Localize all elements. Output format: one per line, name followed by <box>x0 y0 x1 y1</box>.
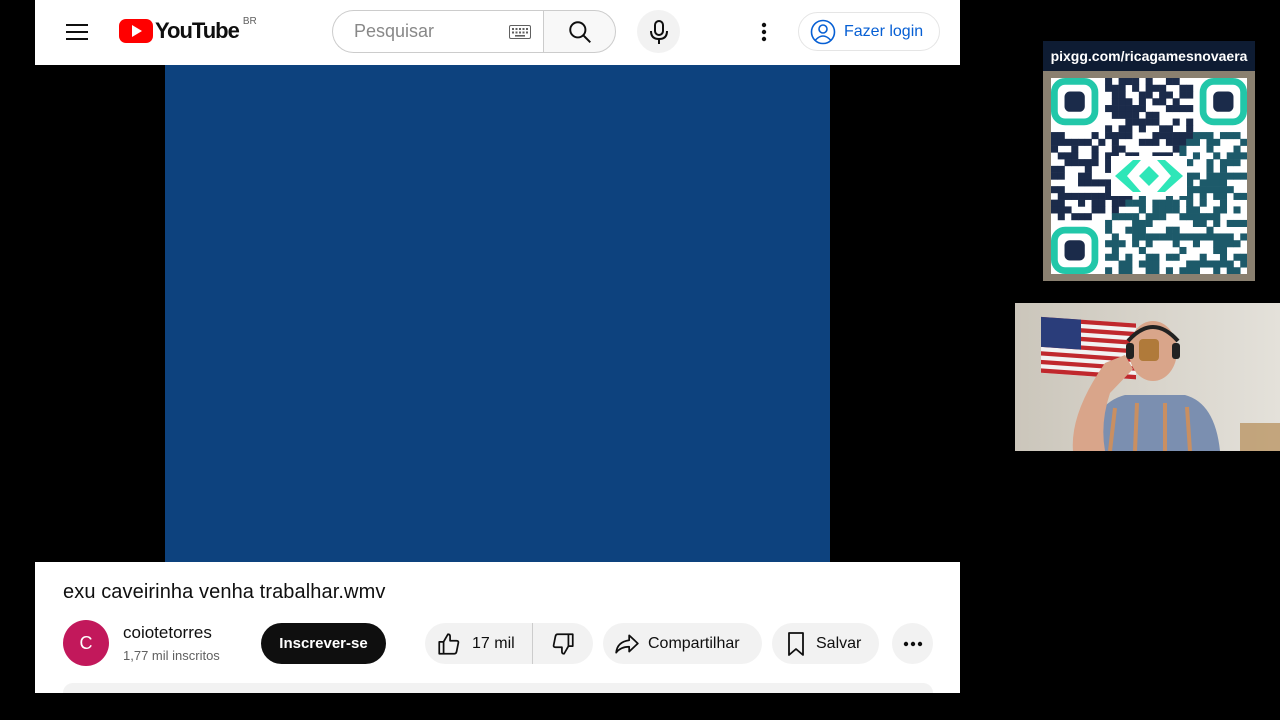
youtube-window: YouTube BR F <box>35 0 960 693</box>
youtube-logo[interactable]: YouTube BR <box>119 15 257 44</box>
keyboard-icon[interactable] <box>509 25 531 39</box>
video-title: exu caveirinha venha trabalhar.wmv <box>63 581 386 603</box>
description-box[interactable] <box>63 683 933 693</box>
subscribe-button[interactable]: Inscrever-se <box>261 623 386 664</box>
sign-in-button[interactable]: Fazer login <box>798 12 940 51</box>
subscriber-count: 1,77 mil inscritos <box>123 648 220 663</box>
qr-code-icon <box>1051 78 1248 275</box>
voice-search-button[interactable] <box>637 10 680 53</box>
video-frame[interactable] <box>165 65 830 562</box>
search-box <box>332 10 543 53</box>
settings-more-button[interactable] <box>751 17 777 47</box>
thumbs-up-icon <box>438 632 460 655</box>
channel-avatar[interactable]: C <box>63 620 109 666</box>
like-dislike-group: 17 mil <box>425 623 593 664</box>
logo-text: YouTube <box>155 18 240 43</box>
more-vert-icon <box>761 22 767 42</box>
save-label: Salvar <box>816 634 862 652</box>
dislike-button[interactable] <box>533 623 593 664</box>
pix-qr-panel: pixgg.com/ricagamesnovaera <box>1043 41 1255 281</box>
share-icon <box>615 633 639 654</box>
like-count: 17 mil <box>472 634 515 652</box>
webcam-feed <box>1015 303 1280 451</box>
pix-url: pixgg.com/ricagamesnovaera <box>1043 41 1255 71</box>
share-button[interactable]: Compartilhar <box>603 623 762 664</box>
region-code: BR <box>242 15 257 27</box>
thumbs-down-icon <box>552 632 574 655</box>
more-actions-button[interactable] <box>892 623 933 664</box>
user-circle-icon <box>810 19 836 45</box>
share-label: Compartilhar <box>648 634 740 652</box>
search-button[interactable] <box>543 10 616 53</box>
search-input[interactable] <box>352 20 506 43</box>
hamburger-icon <box>66 24 88 40</box>
bookmark-icon <box>788 631 804 656</box>
top-bar: YouTube BR F <box>35 0 960 65</box>
search-icon <box>568 20 591 43</box>
save-button[interactable]: Salvar <box>772 623 879 664</box>
video-info: exu caveirinha venha trabalhar.wmv C coi… <box>35 562 960 693</box>
like-button[interactable]: 17 mil <box>425 623 533 664</box>
menu-button[interactable] <box>60 17 94 47</box>
channel-name[interactable]: coiotetorres <box>123 623 212 643</box>
video-player[interactable] <box>35 65 960 562</box>
sign-in-label: Fazer login <box>844 22 924 40</box>
more-horiz-icon <box>903 641 922 646</box>
microphone-icon <box>649 19 668 44</box>
youtube-play-icon <box>119 19 153 43</box>
